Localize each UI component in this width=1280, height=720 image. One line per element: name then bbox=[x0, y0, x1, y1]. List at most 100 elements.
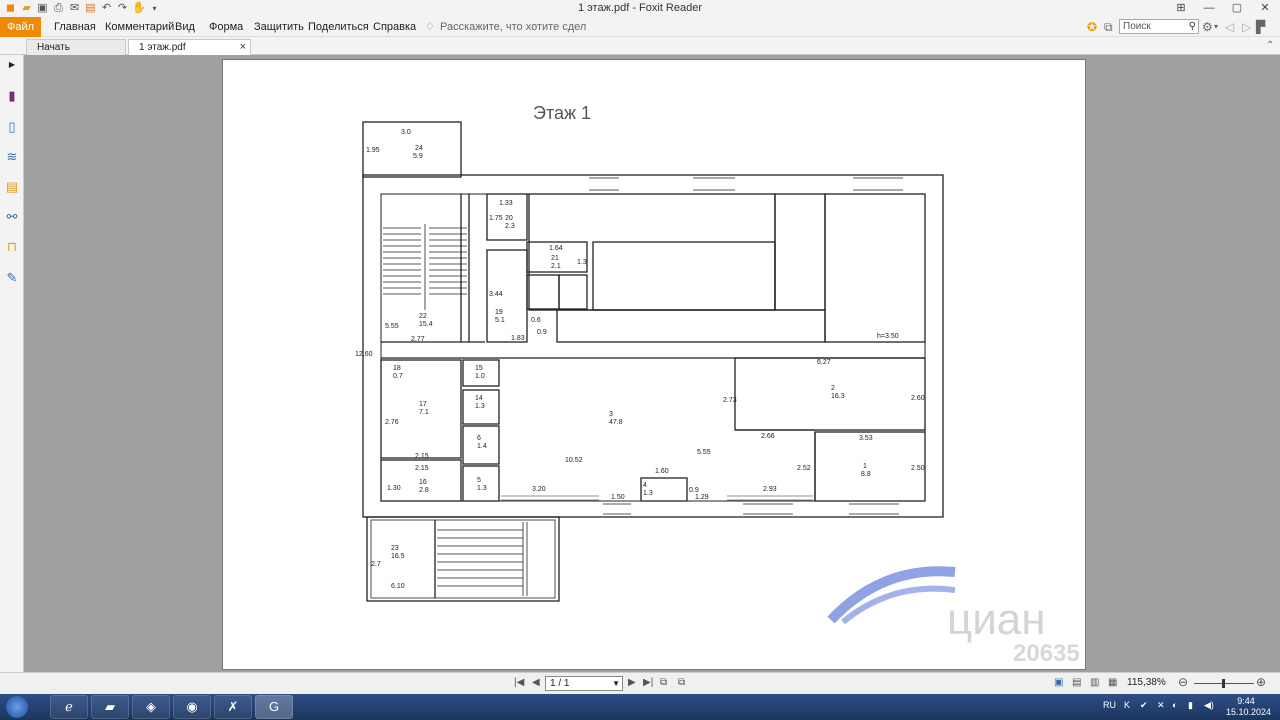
previous-view-icon[interactable]: ⧉ bbox=[660, 677, 667, 688]
bookmark-icon[interactable]: ▮ bbox=[4, 88, 20, 104]
status-bar: |◀ ◀ 1 / 1 ▼ ▶ ▶| ⧉ ⧉ ▣ ▤ ▥ ▦ 115,38% ⊖ … bbox=[0, 672, 1280, 694]
last-page-icon[interactable]: ▶| bbox=[643, 677, 653, 688]
continuous-facing-icon[interactable]: ▦ bbox=[1108, 677, 1117, 688]
zoom-slider-thumb[interactable] bbox=[1222, 679, 1225, 688]
comments-icon[interactable]: ▤ bbox=[4, 179, 20, 195]
next-page-icon[interactable]: ▶ bbox=[628, 677, 636, 688]
plan-label: 8.8 bbox=[861, 471, 871, 478]
zoom-in-icon[interactable]: ⊕ bbox=[1256, 675, 1266, 689]
language-indicator[interactable]: RU bbox=[1103, 700, 1116, 710]
find-icon[interactable]: ⧉ bbox=[1104, 19, 1113, 35]
plan-label: 5.9 bbox=[413, 153, 423, 160]
first-page-icon[interactable]: |◀ bbox=[514, 677, 524, 688]
back-icon[interactable]: ◁ bbox=[1225, 19, 1234, 35]
document-tabs: Начать 1 этаж.pdf × ⌃ bbox=[0, 37, 1280, 55]
plan-label: 1.64 bbox=[549, 245, 563, 252]
security-icon[interactable]: ⊓ bbox=[4, 239, 20, 255]
plan-label: 6 bbox=[477, 435, 481, 442]
plan-label: 7.1 bbox=[419, 409, 429, 416]
tab-home[interactable]: Главная bbox=[54, 17, 96, 37]
tell-me-box[interactable]: ♢ Расскажите, что хотите сдел bbox=[425, 17, 586, 37]
document-viewer[interactable]: Этаж 1 3.0 24 5.9 1.95 1.33 20 2.3 1.75 … bbox=[25, 55, 1280, 672]
plan-label: 1.3 bbox=[475, 403, 485, 410]
system-clock[interactable]: 9:44 15.10.2024 bbox=[1226, 696, 1272, 718]
sun-icon[interactable]: ✪ bbox=[1087, 19, 1097, 35]
taskbar-chrome-icon[interactable]: ◉ bbox=[173, 695, 211, 719]
clock-time: 9:44 bbox=[1237, 696, 1255, 706]
lightbulb-icon: ♢ bbox=[425, 21, 435, 33]
attachments-icon[interactable]: ⚯ bbox=[4, 209, 20, 225]
forward-icon[interactable]: ▷ bbox=[1242, 19, 1251, 35]
watermark-number: 20635 bbox=[1013, 640, 1080, 667]
plan-label: 1.50 bbox=[611, 494, 625, 501]
pages-icon[interactable]: ▯ bbox=[4, 119, 20, 135]
tab-protect[interactable]: Защитить bbox=[254, 17, 304, 37]
tab-document[interactable]: 1 этаж.pdf × bbox=[128, 39, 251, 55]
plan-label: 1.75 bbox=[489, 215, 503, 222]
tray-app2-icon[interactable]: ✕ bbox=[1157, 700, 1165, 711]
tab-comment[interactable]: Комментарий bbox=[105, 17, 174, 37]
maximize-button[interactable]: ▢ bbox=[1230, 0, 1244, 16]
plan-label: 5.55 bbox=[385, 323, 399, 330]
taskbar-excel-icon[interactable]: ✗ bbox=[214, 695, 252, 719]
plan-label: 1.3 bbox=[577, 259, 587, 266]
continuous-icon[interactable]: ▤ bbox=[1072, 677, 1081, 688]
plan-label: 47.8 bbox=[609, 419, 623, 426]
title-bar: ◼ ▰ ▣ ⎙ ✉ ▤ ↶ ↷ ✋ ▾ 1 этаж.pdf - Foxit R… bbox=[0, 0, 1280, 17]
plan-label: 15 bbox=[475, 365, 483, 372]
search-input[interactable]: Поиск ⚲ bbox=[1119, 19, 1199, 34]
tab-start[interactable]: Начать bbox=[26, 39, 126, 55]
taskbar-explorer-icon[interactable]: ▰ bbox=[91, 695, 129, 719]
tab-document-label: 1 этаж.pdf bbox=[139, 42, 186, 53]
chevron-down-icon[interactable]: ▾ bbox=[1214, 19, 1218, 35]
page-number-field[interactable]: 1 / 1 ▼ bbox=[545, 676, 623, 691]
tray-network-icon[interactable]: ▮ bbox=[1188, 700, 1193, 711]
chevron-up-icon[interactable]: ⌃ bbox=[1266, 38, 1274, 54]
plan-label: 0.9 bbox=[537, 329, 547, 336]
plan-label: 5.1 bbox=[495, 317, 505, 324]
floor-plan: Этаж 1 3.0 24 5.9 1.95 1.33 20 2.3 1.75 … bbox=[355, 103, 1080, 667]
taskbar-foxit-icon[interactable]: G bbox=[255, 695, 293, 719]
taskbar-ie-icon[interactable]: ℯ bbox=[50, 695, 88, 719]
plan-label: 2.66 bbox=[761, 433, 775, 440]
tab-file[interactable]: Файл bbox=[0, 17, 41, 37]
ribbon-display-icon[interactable]: ⊞ bbox=[1174, 0, 1188, 16]
tab-help[interactable]: Справка bbox=[373, 17, 416, 37]
account-icon[interactable]: ▛ bbox=[1256, 19, 1265, 35]
zoom-level: 115,38% bbox=[1127, 677, 1166, 688]
plan-label: 2.50 bbox=[911, 465, 925, 472]
tray-app3-icon[interactable]: ◐ bbox=[1172, 700, 1177, 710]
signature-icon[interactable]: ✎ bbox=[4, 270, 20, 286]
prev-page-icon[interactable]: ◀ bbox=[532, 677, 540, 688]
plan-label: 5 bbox=[477, 477, 481, 484]
layers-icon[interactable]: ≋ bbox=[4, 149, 20, 165]
tray-app-icon[interactable]: ✔ bbox=[1140, 700, 1148, 711]
close-tab-icon[interactable]: × bbox=[240, 40, 246, 55]
gear-icon[interactable]: ⚙ bbox=[1202, 19, 1213, 35]
chevron-down-icon[interactable]: ▼ bbox=[612, 677, 620, 690]
clock-date: 15.10.2024 bbox=[1226, 707, 1272, 717]
facing-icon[interactable]: ▥ bbox=[1090, 677, 1099, 688]
minimize-button[interactable]: — bbox=[1202, 0, 1216, 16]
plan-label: 0.7 bbox=[393, 373, 403, 380]
next-view-icon[interactable]: ⧉ bbox=[678, 677, 685, 688]
close-button[interactable]: ✕ bbox=[1258, 0, 1272, 16]
expand-pane-icon[interactable]: ▶ bbox=[4, 57, 20, 73]
start-button[interactable] bbox=[6, 696, 28, 718]
tab-share[interactable]: Поделиться bbox=[308, 17, 369, 37]
plan-label: 12.60 bbox=[355, 351, 373, 358]
tab-form[interactable]: Форма bbox=[209, 17, 243, 37]
tab-view[interactable]: Вид bbox=[175, 17, 195, 37]
zoom-out-icon[interactable]: ⊖ bbox=[1178, 675, 1188, 689]
plan-label: 6.10 bbox=[391, 583, 405, 590]
search-icon[interactable]: ⚲ bbox=[1189, 20, 1196, 33]
plan-label: 23 bbox=[391, 545, 399, 552]
tray-kaspersky-icon[interactable]: K bbox=[1124, 700, 1130, 710]
plan-label: 16 bbox=[419, 479, 427, 486]
taskbar-outlook-icon[interactable]: ◈ bbox=[132, 695, 170, 719]
single-page-icon[interactable]: ▣ bbox=[1054, 677, 1063, 688]
tray-volume-icon[interactable]: ◀) bbox=[1204, 700, 1214, 711]
ribbon-tabs: Файл Главная Комментарий Вид Форма Защит… bbox=[0, 17, 1280, 37]
plan-label: 19 bbox=[495, 309, 503, 316]
window-title: 1 этаж.pdf - Foxit Reader bbox=[577, 2, 703, 14]
